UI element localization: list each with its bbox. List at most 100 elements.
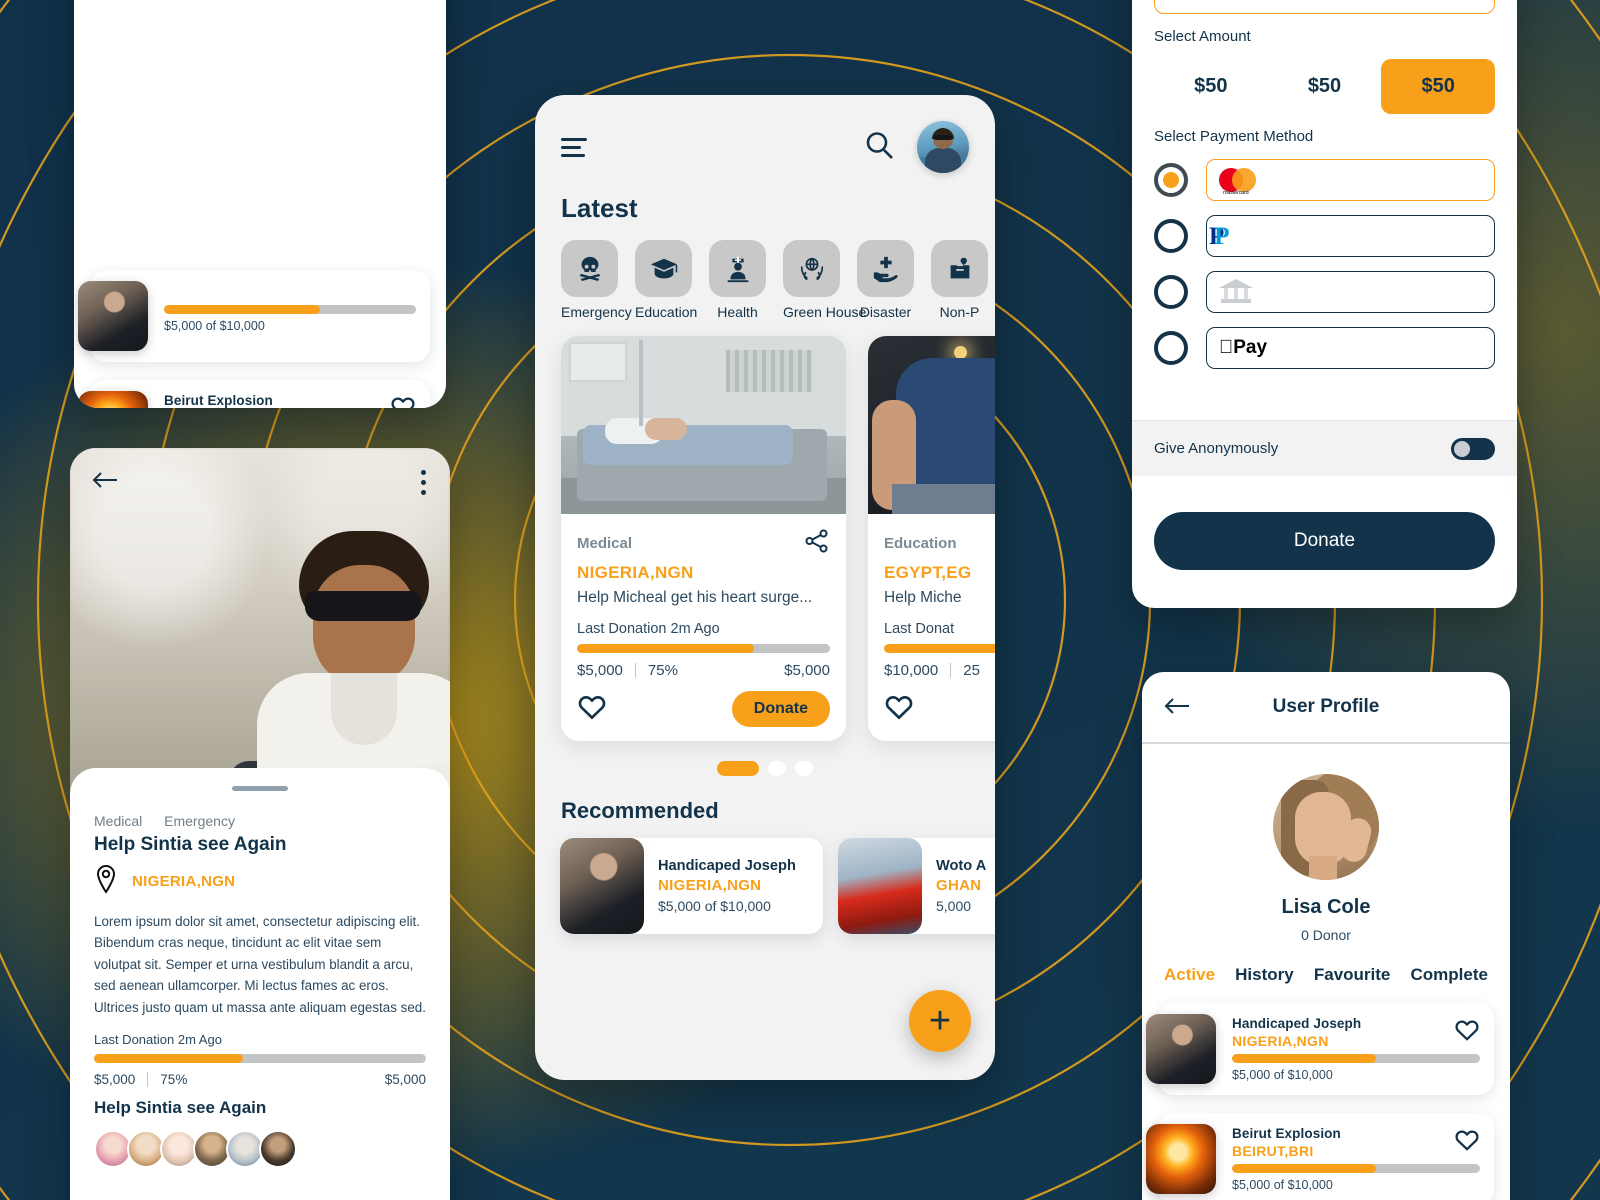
amount-raised: $5,000: [94, 1072, 136, 1088]
last-donation-text: Last Donation 2m Ago: [94, 1032, 222, 1048]
back-arrow-icon[interactable]: [1164, 696, 1190, 721]
category-green-house[interactable]: Green House: [783, 240, 867, 320]
nurse-icon: [709, 240, 766, 297]
campaign-image: [561, 336, 846, 514]
progress-bar: [577, 644, 830, 653]
category-disaster[interactable]: Disaster: [857, 240, 914, 320]
amount-option[interactable]: $50: [1154, 59, 1268, 114]
campaign-card-carousel[interactable]: Medical NIGERIA,NGN Help Micheal get his…: [535, 320, 995, 741]
list-item[interactable]: Beirut Explosion BEIRUT,BRI $5,000 of $1…: [78, 380, 430, 408]
payment-method-box[interactable]: [1206, 271, 1495, 313]
page-title: Help Sintia see Again: [94, 834, 287, 855]
hamburger-menu-icon[interactable]: [561, 137, 587, 157]
payment-method-box[interactable]: Pay: [1206, 327, 1495, 369]
donors-section-title: Help Sintia see Again: [94, 1098, 267, 1118]
carousel-pagination[interactable]: [535, 761, 995, 776]
payment-panel: Select Amount $50 $50 $50 Select Payment…: [1132, 0, 1517, 608]
anonymous-toggle[interactable]: [1451, 437, 1495, 460]
heart-outline-icon[interactable]: [1454, 1127, 1480, 1158]
share-icon[interactable]: [804, 528, 830, 559]
campaign-title: Handicaped Joseph: [658, 858, 796, 874]
category-label: Education: [635, 304, 698, 320]
tab-complete[interactable]: Complete: [1411, 965, 1488, 985]
sheet-grabber[interactable]: [232, 786, 288, 791]
more-vertical-icon[interactable]: [421, 470, 426, 500]
list-item[interactable]: Woto A GHAN 5,000: [838, 838, 995, 934]
payment-method-paypal[interactable]: PP: [1154, 215, 1495, 257]
amount-goal: $5,000: [784, 662, 830, 679]
list-item[interactable]: Handicaped Joseph NIGERIA,NGN $5,000 of …: [560, 838, 823, 934]
list-item[interactable]: Handicaped Joseph NIGERIA,NGN $5,000 of …: [1146, 1003, 1494, 1095]
search-icon[interactable]: [863, 129, 895, 166]
last-donation-text: Last Donation 2m Ago: [577, 621, 720, 637]
donate-button[interactable]: Donate: [731, 691, 830, 727]
campaign-tags: Medical Emergency: [94, 813, 426, 829]
hand-medical-cross-icon: [857, 240, 914, 297]
campaign-title: Beirut Explosion: [164, 393, 273, 408]
custom-amount-input[interactable]: [1154, 0, 1495, 14]
tab-history[interactable]: History: [1235, 965, 1294, 985]
campaign-thumbnail: [560, 838, 644, 934]
campaign-image: [868, 336, 995, 514]
pagination-dot[interactable]: [768, 761, 786, 776]
payment-method-mastercard[interactable]: mastercard: [1154, 159, 1495, 201]
pagination-dot-active[interactable]: [717, 761, 759, 776]
donate-button[interactable]: Donate: [1154, 512, 1495, 570]
give-anonymously-row[interactable]: Give Anonymously: [1132, 420, 1517, 476]
avatar[interactable]: [1273, 774, 1379, 880]
user-avatar[interactable]: [917, 121, 969, 173]
heart-outline-icon[interactable]: [1454, 1017, 1480, 1048]
campaign-card[interactable]: Medical NIGERIA,NGN Help Micheal get his…: [561, 336, 846, 741]
select-payment-method-label: Select Payment Method: [1154, 128, 1314, 145]
payment-method-box[interactable]: mastercard: [1206, 159, 1495, 201]
campaign-list-card: $5,000 of $10,000 Beirut Explosion BEIRU…: [74, 0, 446, 408]
add-campaign-fab[interactable]: +: [909, 990, 971, 1052]
tag-emergency: Emergency: [164, 813, 235, 829]
campaign-card[interactable]: Education EGYPT,EG Help Miche Last Donat: [868, 336, 995, 741]
list-item[interactable]: Beirut Explosion BEIRUT,BRI $5,000 of $1…: [1146, 1113, 1494, 1200]
progress-bar: [164, 304, 416, 314]
list-item[interactable]: $5,000 of $10,000: [78, 270, 430, 362]
tab-favourite[interactable]: Favourite: [1314, 965, 1391, 985]
payment-method-box[interactable]: PP: [1206, 215, 1495, 257]
progress-bar: [884, 644, 995, 653]
give-anonymously-label: Give Anonymously: [1154, 440, 1279, 457]
category-non-profit[interactable]: Non-P: [931, 240, 988, 320]
campaign-description: Lorem ipsum dolor sit amet, consectetur …: [94, 914, 426, 1015]
category-health[interactable]: Health: [709, 240, 766, 320]
radio-button-selected[interactable]: [1154, 163, 1188, 197]
bank-icon: [1219, 279, 1253, 305]
amount-option[interactable]: $50: [1268, 59, 1382, 114]
back-arrow-icon[interactable]: [92, 470, 118, 495]
skull-crossbones-icon: [561, 240, 618, 297]
payment-method-bank[interactable]: [1154, 271, 1495, 313]
campaign-location: NIGERIA,NGN: [132, 873, 236, 890]
heart-outline-icon[interactable]: [884, 692, 914, 727]
category-education[interactable]: Education: [635, 240, 698, 320]
recommended-list[interactable]: Handicaped Joseph NIGERIA,NGN $5,000 of …: [535, 824, 995, 934]
avatar[interactable]: [259, 1130, 297, 1169]
category-emergency[interactable]: Emergency: [561, 240, 632, 320]
category-label: Disaster: [859, 304, 912, 320]
top-bar: [535, 95, 995, 173]
campaign-thumbnail: [838, 838, 922, 934]
profile-name: Lisa Cole: [1281, 896, 1371, 918]
tab-active[interactable]: Active: [1164, 965, 1215, 985]
category-label: Green House: [783, 304, 867, 320]
pagination-dot[interactable]: [795, 761, 813, 776]
amount-option-selected[interactable]: $50: [1381, 59, 1496, 114]
radio-button[interactable]: [1154, 331, 1188, 365]
radio-button[interactable]: [1154, 219, 1188, 253]
user-profile-panel: User Profile Lisa Cole 0 Donor Active Hi…: [1142, 672, 1510, 1200]
heart-outline-icon[interactable]: [390, 394, 416, 408]
campaign-title: Beirut Explosion: [1232, 1126, 1341, 1141]
amount-raised: $5,000 of $10,000: [164, 318, 265, 333]
campaign-thumbnail: [1146, 1014, 1216, 1084]
amount-goal: $5,000: [384, 1072, 426, 1088]
progress-bar: [1232, 1164, 1480, 1173]
profile-header: User Profile: [1142, 672, 1510, 744]
payment-method-apple-pay[interactable]: Pay: [1154, 327, 1495, 369]
heart-outline-icon[interactable]: [577, 692, 607, 727]
graduation-cap-icon: [635, 240, 692, 297]
radio-button[interactable]: [1154, 275, 1188, 309]
